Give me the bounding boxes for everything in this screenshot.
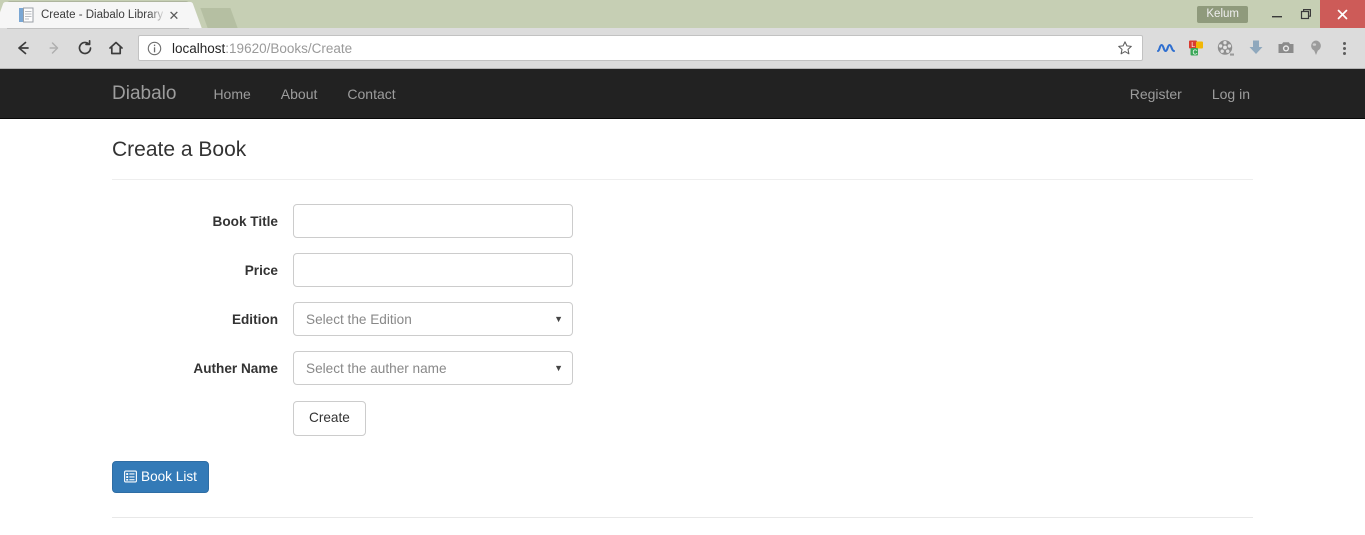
form-row-price: Price [112, 253, 1253, 287]
tab-strip: Create - Diabalo Library S ✕ Kelum [0, 0, 1365, 28]
browser-chrome: Create - Diabalo Library S ✕ Kelum local… [0, 0, 1365, 69]
create-button[interactable]: Create [293, 401, 366, 436]
nav-link-home[interactable]: Home [198, 87, 265, 101]
auther-name-select[interactable]: Select the auther name [293, 351, 573, 385]
edition-select[interactable]: Select the Edition [293, 302, 573, 336]
svg-text:C: C [1193, 49, 1198, 56]
tab-title: Create - Diabalo Library S [41, 9, 166, 21]
form-actions-offset [112, 401, 293, 436]
download-arrow-icon[interactable] [1241, 33, 1271, 63]
price-input[interactable] [293, 253, 573, 287]
edition-select-value: Select the Edition [306, 311, 412, 327]
window-close-button[interactable] [1320, 0, 1365, 28]
svg-text:L: L [1191, 42, 1195, 49]
book-list-label: Book List [141, 468, 197, 484]
nav-link-contact[interactable]: Contact [332, 87, 410, 101]
site-navbar: Diabalo Home About Contact Register Log … [0, 69, 1365, 119]
form-row-auther-name: Auther Name Select the auther name ▼ [112, 351, 1253, 385]
reload-icon[interactable] [70, 34, 99, 63]
nav-link-login[interactable]: Log in [1197, 87, 1265, 101]
new-tab-button[interactable] [200, 8, 238, 28]
window-controls: Kelum [1197, 0, 1365, 28]
form-actions: Create [112, 401, 1253, 436]
navbar-account-links: Register Log in [1115, 87, 1365, 101]
tab-close-icon[interactable]: ✕ [166, 7, 182, 23]
browser-toolbar: localhost:19620/Books/Create L C [0, 28, 1365, 69]
film-reel-icon[interactable] [1211, 33, 1241, 63]
book-title-input[interactable] [293, 204, 573, 238]
page-title: Create a Book [112, 138, 247, 161]
navbar-brand[interactable]: Diabalo [112, 84, 176, 103]
camera-icon[interactable] [1271, 33, 1301, 63]
label-auther-name: Auther Name [193, 360, 278, 376]
main-container: Create a Book Book Title Price Edition S… [0, 139, 1365, 535]
form-row-edition: Edition Select the Edition ▼ [112, 302, 1253, 336]
user-profile-badge[interactable]: Kelum [1197, 5, 1248, 23]
url-host: localhost [172, 40, 226, 56]
color-blocks-icon[interactable]: L C [1181, 33, 1211, 63]
navbar-links: Home About Contact [198, 87, 410, 101]
auther-name-select-wrap: Select the auther name ▼ [293, 351, 573, 385]
list-alt-icon [124, 470, 137, 483]
balloon-pin-icon[interactable] [1301, 33, 1331, 63]
label-edition: Edition [231, 311, 278, 327]
window-minimize-button[interactable] [1262, 0, 1291, 28]
label-book-title: Book Title [212, 213, 278, 229]
url-path: :19620/Books/Create [225, 40, 353, 56]
form-row-book-title: Book Title [112, 204, 1253, 238]
create-book-form: Book Title Price Edition Select the Edit… [112, 204, 1253, 436]
nav-link-about[interactable]: About [266, 87, 333, 101]
window-maximize-button[interactable] [1291, 0, 1320, 28]
forward-icon[interactable] [39, 34, 68, 63]
edition-select-wrap: Select the Edition ▼ [293, 302, 573, 336]
title-divider [112, 179, 1253, 180]
auther-name-select-value: Select the auther name [306, 360, 447, 376]
browser-tab[interactable]: Create - Diabalo Library S ✕ [8, 2, 188, 28]
footer-divider [112, 517, 1253, 519]
book-list-button[interactable]: Book List [112, 460, 209, 494]
wave-n-icon[interactable] [1151, 33, 1181, 63]
label-price: Price [244, 262, 278, 278]
address-bar-url: localhost:19620/Books/Create [172, 41, 1116, 56]
page-content: Diabalo Home About Contact Register Log … [0, 69, 1365, 535]
home-icon[interactable] [101, 34, 130, 63]
address-bar[interactable]: localhost:19620/Books/Create [138, 35, 1143, 61]
bookmark-star-icon[interactable] [1116, 40, 1134, 56]
nav-link-register[interactable]: Register [1115, 87, 1197, 101]
browser-menu-icon[interactable] [1331, 33, 1357, 63]
site-info-icon[interactable] [147, 41, 163, 56]
back-icon[interactable] [8, 34, 37, 63]
page-favicon [18, 7, 34, 23]
